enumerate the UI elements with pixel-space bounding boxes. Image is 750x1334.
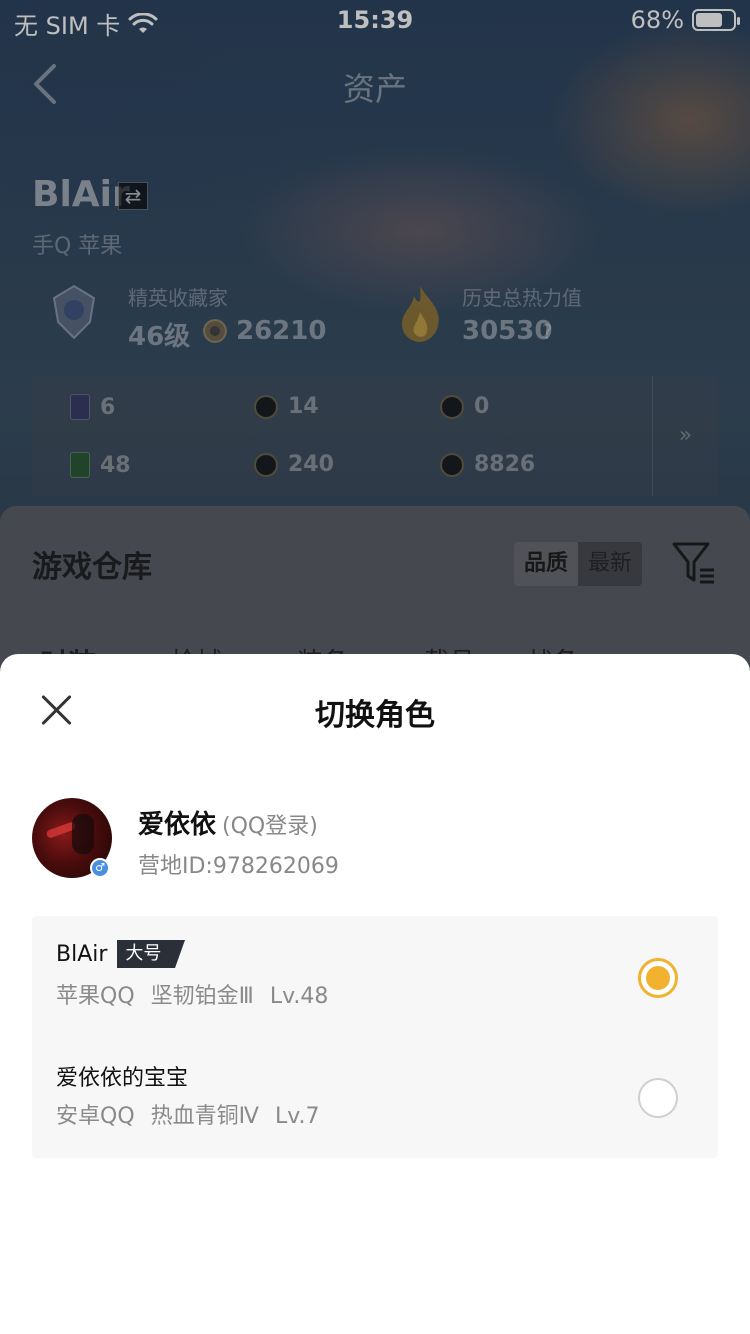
account-name: 爱依依 (QQ登录) xyxy=(138,810,318,840)
switch-role-sheet: 切换角色 ♂ 爱依依 (QQ登录) 营地ID:978262069 BlAir 大号… xyxy=(0,654,750,1334)
role-info: 苹果QQ 坚韧铂金Ⅲ Lv.48 xyxy=(56,984,329,1009)
main-account-badge: 大号 xyxy=(117,940,186,968)
male-gender-icon: ♂ xyxy=(90,858,110,878)
role-radio[interactable] xyxy=(638,1078,678,1118)
camp-id: 营地ID:978262069 xyxy=(138,854,339,879)
login-type: (QQ登录) xyxy=(222,814,318,839)
role-name: 爱依依的宝宝 xyxy=(56,1066,189,1091)
role-radio-selected[interactable] xyxy=(638,958,678,998)
role-list: BlAir 大号 苹果QQ 坚韧铂金Ⅲ Lv.48 爱依依的宝宝 安卓QQ 热血青铜Ⅳ… xyxy=(32,916,718,1158)
sheet-title: 切换角色 xyxy=(315,698,435,733)
role-item-blair[interactable]: BlAir 大号 苹果QQ 坚韧铂金Ⅲ Lv.48 xyxy=(32,916,718,1036)
role-item-baobao[interactable]: 爱依依的宝宝 安卓QQ 热血青铜Ⅳ Lv.7 xyxy=(32,1036,718,1156)
role-info: 安卓QQ 热血青铜Ⅳ Lv.7 xyxy=(56,1104,320,1129)
role-name: BlAir xyxy=(56,941,108,967)
